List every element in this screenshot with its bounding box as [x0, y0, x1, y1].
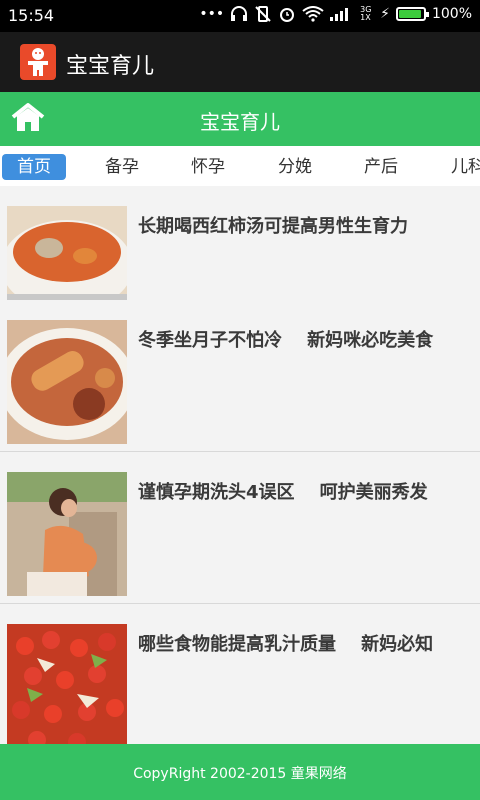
tab-pediatrics[interactable]: 儿科 — [446, 154, 480, 180]
article-title: 长期喝西红柿汤可提高男性生育力 — [138, 216, 408, 237]
footer: CopyRight 2002-2015 童果网络 — [0, 744, 480, 800]
list-item[interactable]: 哪些食物能提高乳汁质量 新妈必知 — [0, 604, 480, 756]
vibrate-off-icon — [255, 6, 271, 22]
app-title: 宝宝育儿 — [66, 54, 155, 79]
nav-bar: 宝宝育儿 — [0, 92, 480, 146]
list-item[interactable]: 冬季坐月子不怕冷 新妈咪必吃美食 — [0, 300, 480, 452]
status-time: 15:54 — [8, 6, 55, 25]
tab-postpartum[interactable]: 产后 — [359, 154, 403, 180]
tab-pregnancy[interactable]: 怀孕 — [186, 154, 230, 180]
article-thumbnail-food-platter — [7, 624, 127, 748]
gingerbread-app-icon — [20, 44, 56, 80]
category-tabs: 首页 备孕 怀孕 分娩 产后 儿科 — [0, 146, 480, 186]
article-title: 谨慎孕期洗头4误区 呵护美丽秀发 — [138, 482, 428, 503]
footer-copyright: CopyRight 2002-2015 童果网络 — [133, 766, 347, 782]
tab-childbirth[interactable]: 分娩 — [273, 154, 317, 180]
battery-percent: 100% — [431, 6, 472, 22]
list-item[interactable]: 谨慎孕期洗头4误区 呵护美丽秀发 — [0, 452, 480, 604]
battery-fill — [398, 10, 421, 18]
wifi-icon — [302, 6, 324, 22]
signal-icon — [330, 8, 349, 21]
tab-home[interactable]: 首页 — [2, 154, 66, 180]
headphones-icon — [231, 6, 248, 21]
alarm-icon — [280, 8, 295, 22]
app-bar: 宝宝育儿 — [0, 32, 480, 92]
more-dots-icon: ••• — [199, 6, 225, 22]
article-title: 哪些食物能提高乳汁质量 新妈必知 — [138, 634, 434, 655]
network-type-label: 3G 1X — [360, 5, 372, 22]
status-icons: ••• 3G 1X ⚡ 100% — [199, 5, 472, 23]
article-thumbnail-pregnant-woman — [7, 472, 127, 596]
status-bar: 15:54 ••• 3G 1X ⚡ 100% — [0, 0, 480, 32]
article-thumbnail-confinement-food — [7, 320, 127, 444]
article-title: 冬季坐月子不怕冷 新妈咪必吃美食 — [138, 330, 434, 351]
nav-title: 宝宝育儿 — [200, 110, 280, 134]
battery-icon — [395, 7, 429, 21]
charging-icon: ⚡ — [380, 6, 390, 22]
tab-pre-pregnancy[interactable]: 备孕 — [100, 154, 144, 180]
